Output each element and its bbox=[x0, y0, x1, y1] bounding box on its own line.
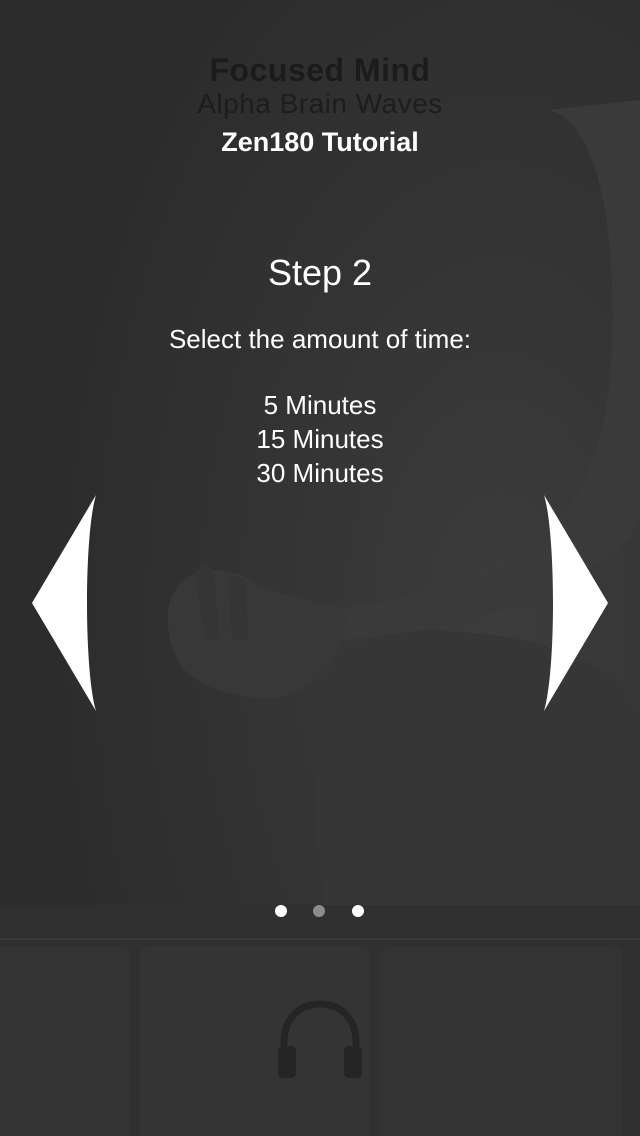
tutorial-screen: Focused Mind Alpha Brain Waves Zen180 Tu… bbox=[0, 0, 640, 1136]
next-step-button[interactable] bbox=[536, 495, 616, 711]
page-dot-1[interactable] bbox=[275, 905, 287, 917]
header: Focused Mind Alpha Brain Waves Zen180 Tu… bbox=[0, 52, 640, 158]
step-content: Step 2 Select the amount of time: 5 Minu… bbox=[0, 250, 640, 490]
page-indicator bbox=[0, 903, 640, 919]
tutorial-title: Zen180 Tutorial bbox=[221, 127, 419, 157]
time-option-30: 30 Minutes bbox=[256, 458, 384, 488]
time-options-list: 5 Minutes 15 Minutes 30 Minutes bbox=[0, 388, 640, 490]
headphones-icon[interactable] bbox=[274, 998, 366, 1082]
chevron-left-icon bbox=[32, 495, 96, 711]
previous-step-button[interactable] bbox=[28, 495, 108, 711]
chevron-right-icon bbox=[544, 495, 608, 711]
page-dot-3[interactable] bbox=[352, 905, 364, 917]
time-option-15: 15 Minutes bbox=[256, 424, 384, 454]
page-dot-2[interactable] bbox=[313, 905, 325, 917]
app-title: Focused Mind bbox=[209, 52, 431, 88]
app-subtitle: Alpha Brain Waves bbox=[197, 88, 443, 119]
step-title: Step 2 bbox=[267, 252, 373, 293]
step-instruction: Select the amount of time: bbox=[168, 324, 472, 354]
time-option-5: 5 Minutes bbox=[263, 390, 377, 420]
